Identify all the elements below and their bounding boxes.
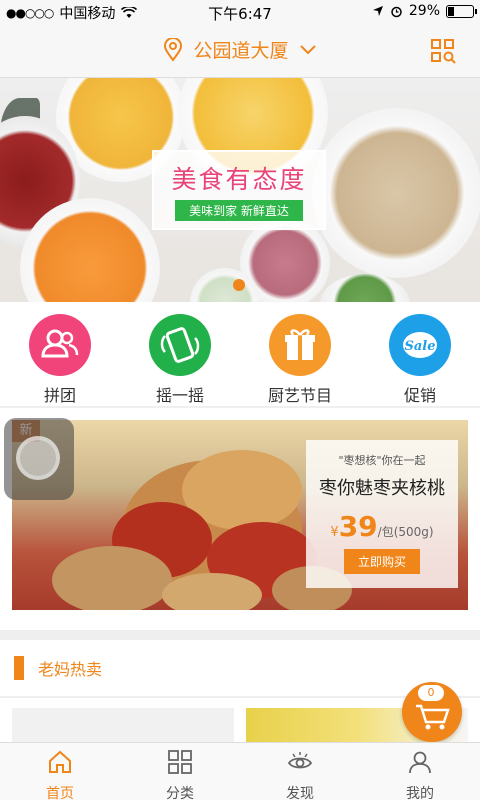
price-value: 39 — [338, 510, 378, 543]
tab-label: 发现 — [286, 786, 314, 800]
section-accent-bar — [14, 656, 24, 680]
quick-nav-label: 促销 — [403, 386, 436, 405]
assistive-touch-dot — [16, 436, 60, 480]
quick-nav: 拼团 摇一摇 厨艺节目 Sale 促销 — [0, 302, 480, 406]
tab-label: 分类 — [166, 786, 194, 800]
quick-nav-shake[interactable]: 摇一摇 — [120, 302, 240, 406]
banner-text-card: 美食有态度 美味到家 新鲜直达 — [152, 150, 326, 230]
top-header: 公园道大厦 — [0, 24, 480, 78]
quick-nav-label: 拼团 — [43, 386, 76, 405]
tab-profile[interactable]: 我的 — [360, 743, 480, 800]
promo-price: ¥39/包(500g) — [306, 510, 458, 543]
bottom-tab-bar: 首页 分类 发现 我的 — [0, 742, 480, 800]
section-title: 老妈热卖 — [38, 660, 103, 679]
grid-icon — [168, 750, 192, 774]
sale-icon: Sale — [389, 314, 451, 376]
currency-symbol: ¥ — [330, 525, 339, 540]
battery-percent: 29% — [408, 3, 440, 19]
tab-label: 首页 — [46, 786, 74, 800]
product-card[interactable] — [12, 708, 234, 742]
buy-now-button[interactable]: 立即购买 — [343, 549, 420, 574]
map-pin-icon — [164, 37, 183, 62]
banner-title: 美食有态度 — [171, 165, 307, 194]
quick-nav-label: 厨艺节目 — [267, 386, 332, 405]
tab-category[interactable]: 分类 — [120, 743, 240, 800]
alarm-icon — [391, 6, 402, 17]
status-bar: ●●○○○ 中国移动 下午6:47 29% — [0, 0, 480, 24]
cart-icon — [416, 704, 450, 730]
price-unit: /包(500g) — [377, 525, 434, 539]
location-arrow-icon — [372, 6, 383, 16]
chevron-down-icon — [299, 44, 316, 54]
banner-bowl-mushroom — [312, 108, 480, 278]
promo-info-card: "枣想核"你在一起 枣你魅枣夹核桃 ¥39/包(500g) 立即购买 — [306, 440, 458, 588]
location-selector[interactable]: 公园道大厦 — [0, 36, 480, 63]
group-icon — [29, 314, 91, 376]
home-icon — [49, 750, 71, 773]
tab-discover[interactable]: 发现 — [240, 743, 360, 800]
status-right: 29% — [372, 3, 477, 19]
eye-icon — [287, 752, 313, 769]
promo-banner[interactable]: 新 "枣想核"你在一起 枣你魅枣夹核桃 ¥39/包(500g) 立即购买 — [12, 420, 468, 610]
location-name: 公园道大厦 — [193, 40, 289, 62]
battery-icon — [446, 4, 477, 18]
scan-icon[interactable] — [430, 38, 456, 64]
promo-slogan: "枣想核"你在一起 — [338, 454, 426, 467]
gift-icon — [269, 314, 331, 376]
user-icon — [409, 751, 431, 774]
quick-nav-group-buy[interactable]: 拼团 — [0, 302, 120, 406]
assistive-touch-button[interactable] — [4, 418, 74, 500]
shake-phone-icon — [149, 314, 211, 376]
tab-home[interactable]: 首页 — [0, 743, 120, 800]
promo-title: 枣你魅枣夹核桃 — [319, 478, 445, 499]
banner-subtitle: 美味到家 新鲜直达 — [175, 200, 303, 221]
svg-text:Sale: Sale — [404, 339, 435, 354]
cart-button[interactable]: 0 — [402, 682, 462, 742]
quick-nav-promotion[interactable]: Sale 促销 — [360, 302, 480, 406]
battery-level — [448, 6, 455, 16]
quick-nav-cooking-show[interactable]: 厨艺节目 — [240, 302, 360, 406]
carousel-indicator[interactable] — [233, 279, 245, 291]
hero-banner[interactable]: 美食有态度 美味到家 新鲜直达 — [0, 78, 480, 302]
banner-bowl-herbs — [320, 274, 410, 302]
quick-nav-label: 摇一摇 — [155, 386, 204, 405]
tab-label: 我的 — [406, 786, 434, 800]
